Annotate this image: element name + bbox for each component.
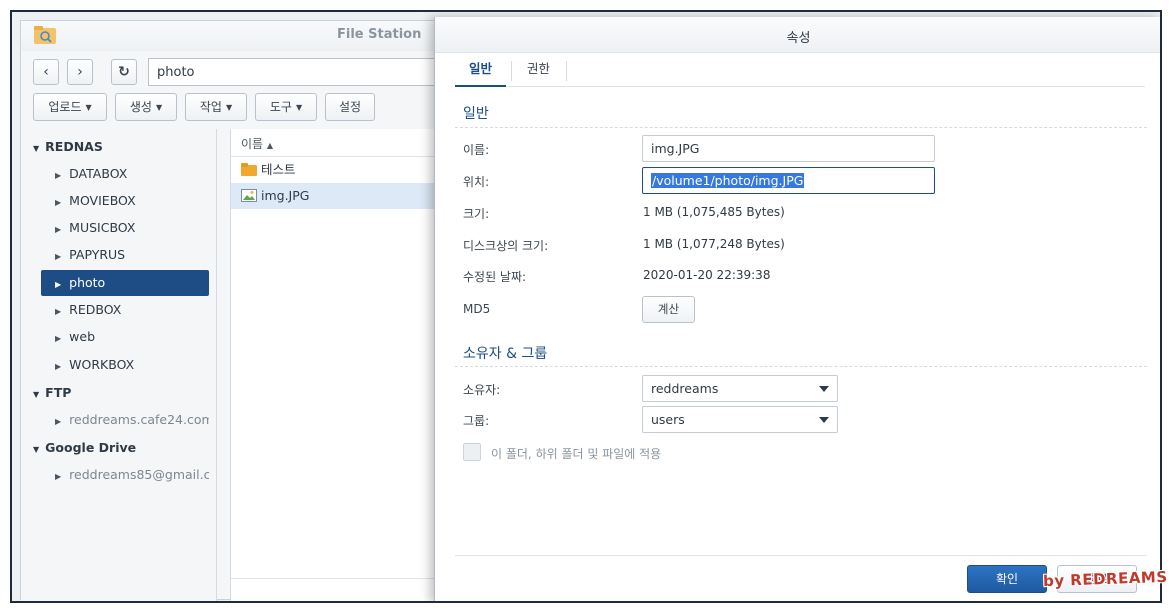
dialog-titlebar: 속성 (435, 17, 1160, 53)
section-title-general: 일반 (463, 106, 489, 122)
caret-right-icon: ▶ (55, 334, 62, 343)
list-divider (231, 578, 460, 579)
sidebar-item-web[interactable]: ▶ web (41, 324, 209, 350)
dialog-tabs: 일반 권한 (455, 53, 1145, 87)
modified-date-label: 수정된 날짜: (463, 270, 527, 284)
owner-select[interactable]: reddreams (642, 375, 838, 402)
md5-label: MD5 (463, 302, 491, 316)
name-field[interactable]: img.JPG (642, 135, 935, 162)
caret-right-icon: ▶ (55, 280, 62, 289)
sidebar-group-rednas[interactable]: ▼ REDNAS (33, 139, 103, 159)
section-divider (455, 127, 1147, 128)
caret-right-icon: ▶ (55, 171, 62, 180)
sidebar-item-workbox[interactable]: ▶ WORKBOX (41, 352, 209, 378)
create-menu-button[interactable]: 생성 ▼ (115, 93, 177, 121)
tab-divider (566, 61, 567, 81)
folder-icon (241, 163, 257, 176)
sidebar-item-moviebox[interactable]: ▶ MOVIEBOX (41, 188, 209, 214)
caret-right-icon: ▶ (55, 472, 62, 481)
file-station-app-icon (34, 26, 56, 44)
path-input[interactable]: photo (148, 58, 448, 86)
list-item[interactable]: 테스트 (231, 157, 460, 183)
location-label: 위치: (463, 175, 490, 189)
sidebar-item-databox[interactable]: ▶ DATABOX (41, 161, 209, 187)
ok-button[interactable]: 확인 (967, 565, 1047, 593)
caret-right-icon: ▶ (55, 362, 62, 371)
settings-button[interactable]: 설정 (325, 93, 375, 121)
sidebar-item-musicbox[interactable]: ▶ MUSICBOX (41, 215, 209, 241)
back-button[interactable]: ‹ (33, 59, 59, 85)
sidebar-group-ftp[interactable]: ▼ FTP (33, 385, 71, 405)
screenshot-frame: File Station ‹ › ↻ photo 업로드 ▼ 생성 ▼ 작업 ▼ 도구… (10, 10, 1162, 603)
tab-divider (511, 61, 512, 81)
footer-divider (455, 555, 1147, 556)
caret-right-icon: ▶ (55, 417, 62, 426)
refresh-button[interactable]: ↻ (111, 59, 137, 85)
tab-permissions[interactable]: 권한 (513, 53, 564, 87)
sidebar-item-google-account[interactable]: ▶ reddreams85@gmail.c (41, 462, 209, 488)
file-station-title: File Station (337, 27, 422, 42)
image-file-icon (241, 189, 257, 202)
caret-down-icon: ▼ (155, 103, 163, 112)
sidebar-item-papyrus[interactable]: ▶ PAPYRUS (41, 242, 209, 268)
caret-right-icon: ▶ (55, 198, 62, 207)
owner-label: 소유자: (463, 383, 501, 397)
modified-date-value: 2020-01-20 22:39:38 (643, 268, 771, 282)
caret-right-icon: ▶ (55, 307, 62, 316)
name-label: 이름: (463, 143, 490, 157)
sidebar-item-ftp-server[interactable]: ▶ reddreams.cafe24.com (41, 407, 209, 433)
list-item[interactable]: img.JPG (231, 183, 460, 209)
chevron-left-icon: ‹ (43, 64, 49, 80)
location-field[interactable]: /volume1/photo/img.JPG (642, 167, 935, 194)
caret-right-icon: ▶ (55, 225, 62, 234)
apply-recursive-label: 이 폴더, 하위 폴더 및 파일에 적용 (491, 447, 662, 461)
size-label: 크기: (463, 207, 490, 221)
name-column-header[interactable]: 이름 ▲ (231, 129, 460, 157)
sidebar-item-photo[interactable]: ▶ photo (41, 270, 209, 296)
section-divider (455, 366, 1147, 367)
sidebar-group-google-drive[interactable]: ▼ Google Drive (33, 440, 136, 460)
caret-down-icon: ▼ (225, 103, 233, 112)
size-value: 1 MB (1,075,485 Bytes) (643, 205, 785, 219)
dropdown-arrow-icon (819, 386, 829, 392)
sidebar: ▼ REDNAS ▶ DATABOX ▶ MOVIEBOX ▶ MUSICBOX ▶ PA… (21, 129, 217, 601)
sort-asc-icon: ▲ (266, 141, 274, 150)
section-title-owner-group: 소유자 & 그룹 (463, 346, 548, 362)
dialog-title: 속성 (786, 31, 811, 46)
properties-dialog: 속성 일반 권한 일반 이름: img.JPG 위치: /volume1/pho… (434, 17, 1160, 601)
caret-down-icon: ▼ (295, 103, 303, 112)
file-list: 이름 ▲ 테스트 img.JPG (230, 129, 460, 601)
refresh-icon: ↻ (118, 64, 130, 80)
sidebar-item-redbox[interactable]: ▶ REDBOX (41, 297, 209, 323)
caret-down-icon: ▼ (33, 445, 40, 454)
dropdown-arrow-icon (819, 417, 829, 423)
upload-menu-button[interactable]: 업로드 ▼ (33, 93, 107, 121)
group-label: 그룹: (463, 414, 490, 428)
md5-calculate-button[interactable]: 계산 (642, 296, 695, 323)
tab-general[interactable]: 일반 (455, 53, 507, 87)
apply-recursive-checkbox[interactable] (463, 443, 481, 461)
caret-down-icon: ▼ (33, 390, 40, 399)
action-menu-button[interactable]: 작업 ▼ (185, 93, 247, 121)
tools-menu-button[interactable]: 도구 ▼ (255, 93, 317, 121)
forward-button[interactable]: › (67, 59, 93, 85)
caret-down-icon: ▼ (33, 144, 40, 153)
group-select[interactable]: users (642, 406, 838, 433)
disk-size-value: 1 MB (1,077,248 Bytes) (643, 237, 785, 251)
selected-location-text: /volume1/photo/img.JPG (651, 173, 805, 188)
chevron-right-icon: › (77, 64, 83, 80)
caret-right-icon: ▶ (55, 252, 62, 261)
disk-size-label: 디스크상의 크기: (463, 239, 549, 253)
caret-down-icon: ▼ (85, 103, 92, 112)
